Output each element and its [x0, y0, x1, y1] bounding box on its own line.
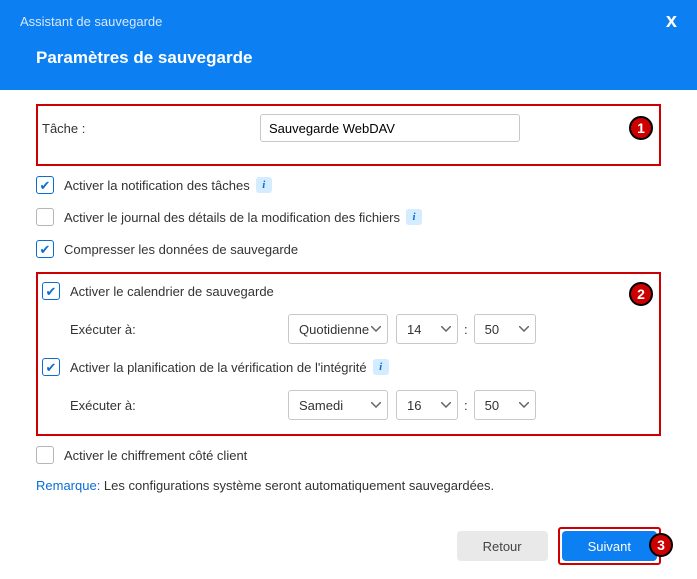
checkbox-backup-schedule[interactable]: [42, 282, 60, 300]
remark-text: Les configurations système seront automa…: [100, 478, 494, 493]
integrity-frequency-value: Samedi: [299, 398, 343, 413]
close-icon[interactable]: x: [666, 10, 677, 33]
checkbox-compress[interactable]: [36, 240, 54, 258]
backup-frequency-value: Quotidienne: [299, 322, 369, 337]
checkbox-client-encryption[interactable]: [36, 446, 54, 464]
task-label: Tâche :: [42, 121, 260, 136]
info-icon[interactable]: i: [256, 177, 272, 193]
time-separator: :: [464, 398, 468, 413]
checkbox-integrity-schedule[interactable]: [42, 358, 60, 376]
next-button[interactable]: Suivant: [562, 531, 657, 561]
annotation-badge-2: 2: [629, 282, 653, 306]
backup-frequency-select[interactable]: Quotidienne: [288, 314, 388, 344]
integrity-minute-value: 50: [485, 398, 499, 413]
wizard-title: Assistant de sauvegarde: [20, 14, 162, 29]
chevron-down-icon: [371, 326, 381, 332]
checkbox-task-notification[interactable]: [36, 176, 54, 194]
run-at-label: Exécuter à:: [70, 398, 288, 413]
chevron-down-icon: [519, 402, 529, 408]
backup-minute-value: 50: [485, 322, 499, 337]
run-at-label: Exécuter à:: [70, 322, 288, 337]
chevron-down-icon: [441, 402, 451, 408]
remark-label: Remarque:: [36, 478, 100, 493]
integrity-hour-select[interactable]: 16: [396, 390, 458, 420]
label-integrity-schedule: Activer la planification de la vérificat…: [70, 360, 367, 375]
chevron-down-icon: [371, 402, 381, 408]
label-file-change-log: Activer le journal des détails de la mod…: [64, 210, 400, 225]
annotation-box-3: Suivant 3: [558, 527, 661, 565]
annotation-badge-1: 1: [629, 116, 653, 140]
annotation-badge-3: 3: [649, 533, 673, 557]
annotation-box-1: Tâche : 1: [36, 104, 661, 166]
integrity-frequency-select[interactable]: Samedi: [288, 390, 388, 420]
chevron-down-icon: [441, 326, 451, 332]
backup-hour-select[interactable]: 14: [396, 314, 458, 344]
label-backup-schedule: Activer le calendrier de sauvegarde: [70, 284, 274, 299]
label-client-encryption: Activer le chiffrement côté client: [64, 448, 247, 463]
remark-line: Remarque: Les configurations système ser…: [36, 478, 661, 493]
integrity-hour-value: 16: [407, 398, 421, 413]
task-name-input[interactable]: [260, 114, 520, 142]
chevron-down-icon: [519, 326, 529, 332]
label-compress: Compresser les données de sauvegarde: [64, 242, 298, 257]
annotation-box-2: 2 Activer le calendrier de sauvegarde Ex…: [36, 272, 661, 436]
checkbox-file-change-log[interactable]: [36, 208, 54, 226]
backup-minute-select[interactable]: 50: [474, 314, 536, 344]
label-task-notification: Activer la notification des tâches: [64, 178, 250, 193]
back-button[interactable]: Retour: [457, 531, 548, 561]
integrity-minute-select[interactable]: 50: [474, 390, 536, 420]
page-title: Paramètres de sauvegarde: [36, 48, 661, 68]
backup-hour-value: 14: [407, 322, 421, 337]
info-icon[interactable]: i: [406, 209, 422, 225]
info-icon[interactable]: i: [373, 359, 389, 375]
time-separator: :: [464, 322, 468, 337]
